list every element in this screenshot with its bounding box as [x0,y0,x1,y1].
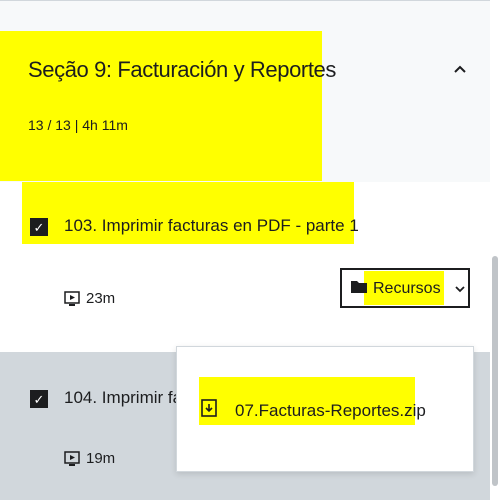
lecture-title[interactable]: 104. Imprimir fa [64,388,182,408]
section-meta: 13 / 13 | 4h 11m [28,117,128,133]
chevron-down-icon [454,280,466,298]
highlight-section-title [0,31,322,181]
lecture-duration-text: 19m [86,450,116,467]
resources-label: Recursos [373,279,441,297]
file-download-icon [201,399,217,422]
chevron-up-icon[interactable] [450,59,470,79]
section-title: Seção 9: Facturación y Reportes [28,57,336,82]
resources-button-content: Recursos [350,278,466,299]
lecture-duration-text: 23m [86,290,116,307]
video-icon [64,290,80,307]
lecture-complete-checkbox[interactable]: ✓ [30,218,48,236]
lecture-title[interactable]: 103. Imprimir facturas en PDF - parte 1 [64,216,359,236]
lecture-complete-checkbox[interactable]: ✓ [30,390,48,408]
scrollbar-thumb[interactable] [492,256,498,486]
lecture-item[interactable]: ✓ 103. Imprimir facturas en PDF - parte … [0,182,490,352]
section-header[interactable]: Seção 9: Facturación y Reportes 13 / 13 … [0,0,500,183]
resource-item[interactable]: 07.Facturas-Reportes.zip [201,399,426,422]
lecture-duration: 23m [64,290,115,307]
resources-dropdown: 07.Facturas-Reportes.zip [176,346,474,472]
lecture-duration: 19m [64,450,115,467]
resource-item-label: 07.Facturas-Reportes.zip [235,400,426,420]
video-icon [64,450,80,467]
resources-button[interactable]: Recursos [340,268,470,308]
folder-icon [350,278,368,299]
